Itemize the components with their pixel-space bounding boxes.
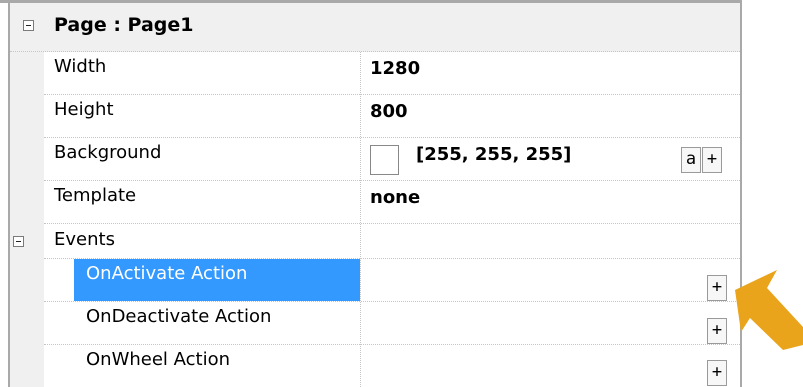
annotation-arrow-icon	[735, 270, 803, 350]
